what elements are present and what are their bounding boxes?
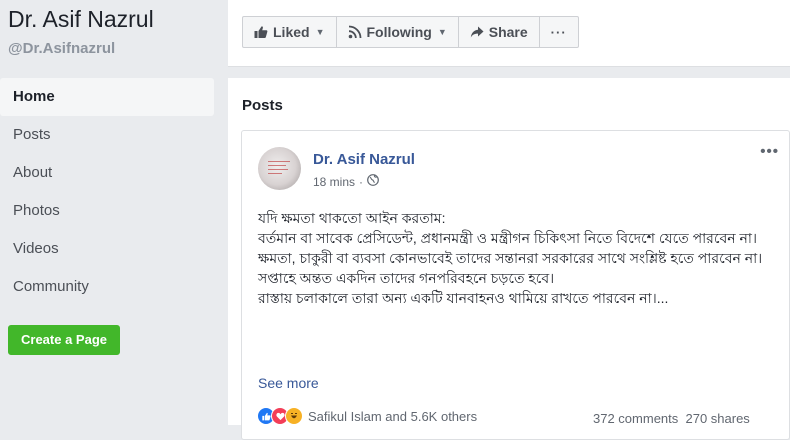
liked-button[interactable]: Liked ▼ [242, 16, 337, 48]
more-options-button[interactable]: ··· [538, 16, 579, 48]
meta-separator: · [359, 174, 364, 189]
nav-item-label: Photos [13, 202, 60, 219]
page-action-bar: Liked ▼ Following ▼ Share ··· [228, 0, 790, 67]
more-dots-icon: ··· [550, 24, 567, 40]
post-line: সপ্তাহে অন্তত একদিন তাদের গনপরিবহনে চড়ত… [258, 270, 555, 286]
post-card: Dr. Asif Nazrul 18 mins · ••• যদি ক্ষমতা… [241, 130, 790, 440]
haha-icon [285, 407, 303, 425]
following-label: Following [366, 24, 432, 40]
share-button[interactable]: Share [457, 16, 540, 48]
nav-item-label: Home [13, 88, 55, 105]
reaction-summary[interactable]: Safikul Islam and 5.6K others [257, 407, 477, 425]
globe-icon[interactable] [367, 174, 379, 189]
rss-feed-icon [348, 25, 362, 39]
see-more-link[interactable]: See more [258, 375, 319, 391]
post-meta: 18 mins · [313, 174, 379, 189]
page-nav: Home Posts About Photos Videos Community [0, 78, 216, 306]
nav-item-videos[interactable]: Videos [0, 230, 216, 268]
nav-item-about[interactable]: About [0, 154, 216, 192]
post-options-icon[interactable]: ••• [760, 143, 779, 160]
share-arrow-icon [470, 25, 484, 39]
create-page-button[interactable]: Create a Page [8, 325, 120, 355]
left-column: Dr. Asif Nazrul @Dr.Asifnazrul Home Post… [0, 0, 228, 425]
post-line: বর্তমান বা সাবেক প্রেসিডেন্ট, প্রধানমন্ত… [258, 230, 757, 246]
posts-section: Posts Dr. Asif Nazrul 18 mins · ••• যদি … [228, 78, 790, 440]
nav-item-label: Community [13, 278, 89, 295]
reactors-text[interactable]: Safikul Islam and 5.6K others [308, 409, 477, 424]
post-body: যদি ক্ষমতা থাকতো আইন করতাম: বর্তমান বা স… [258, 208, 763, 308]
nav-item-community[interactable]: Community [0, 268, 216, 306]
chevron-down-icon: ▼ [437, 27, 447, 37]
post-line: যদি ক্ষমতা থাকতো আইন করতাম: [258, 210, 446, 226]
chevron-down-icon: ▼ [315, 27, 325, 37]
post-line: ক্ষমতা, চাকুরী বা ব্যবসা কোনভাবেই তাদের … [258, 250, 763, 266]
nav-item-label: About [13, 164, 53, 181]
page-handle[interactable]: @Dr.Asifnazrul [8, 40, 115, 57]
share-label: Share [488, 24, 528, 40]
nav-item-home[interactable]: Home [0, 78, 214, 116]
nav-item-label: Videos [13, 240, 59, 257]
nav-item-posts[interactable]: Posts [0, 116, 216, 154]
posts-heading: Posts [242, 97, 283, 114]
nav-item-photos[interactable]: Photos [0, 192, 216, 230]
page-name[interactable]: Dr. Asif Nazrul [8, 6, 154, 33]
post-timestamp[interactable]: 18 mins [313, 175, 355, 189]
post-author[interactable]: Dr. Asif Nazrul [313, 151, 415, 168]
action-button-group: Liked ▼ Following ▼ Share ··· [242, 16, 579, 48]
avatar[interactable] [258, 147, 301, 190]
following-button[interactable]: Following ▼ [335, 16, 459, 48]
post-line: রাস্তায় চলাকালে তারা অন্য একটি যানবাহনও… [258, 290, 669, 306]
liked-label: Liked [273, 24, 310, 40]
nav-item-label: Posts [13, 126, 51, 143]
comments-shares-count[interactable]: 372 comments 270 shares [593, 411, 750, 426]
thumbs-up-icon [254, 25, 268, 39]
